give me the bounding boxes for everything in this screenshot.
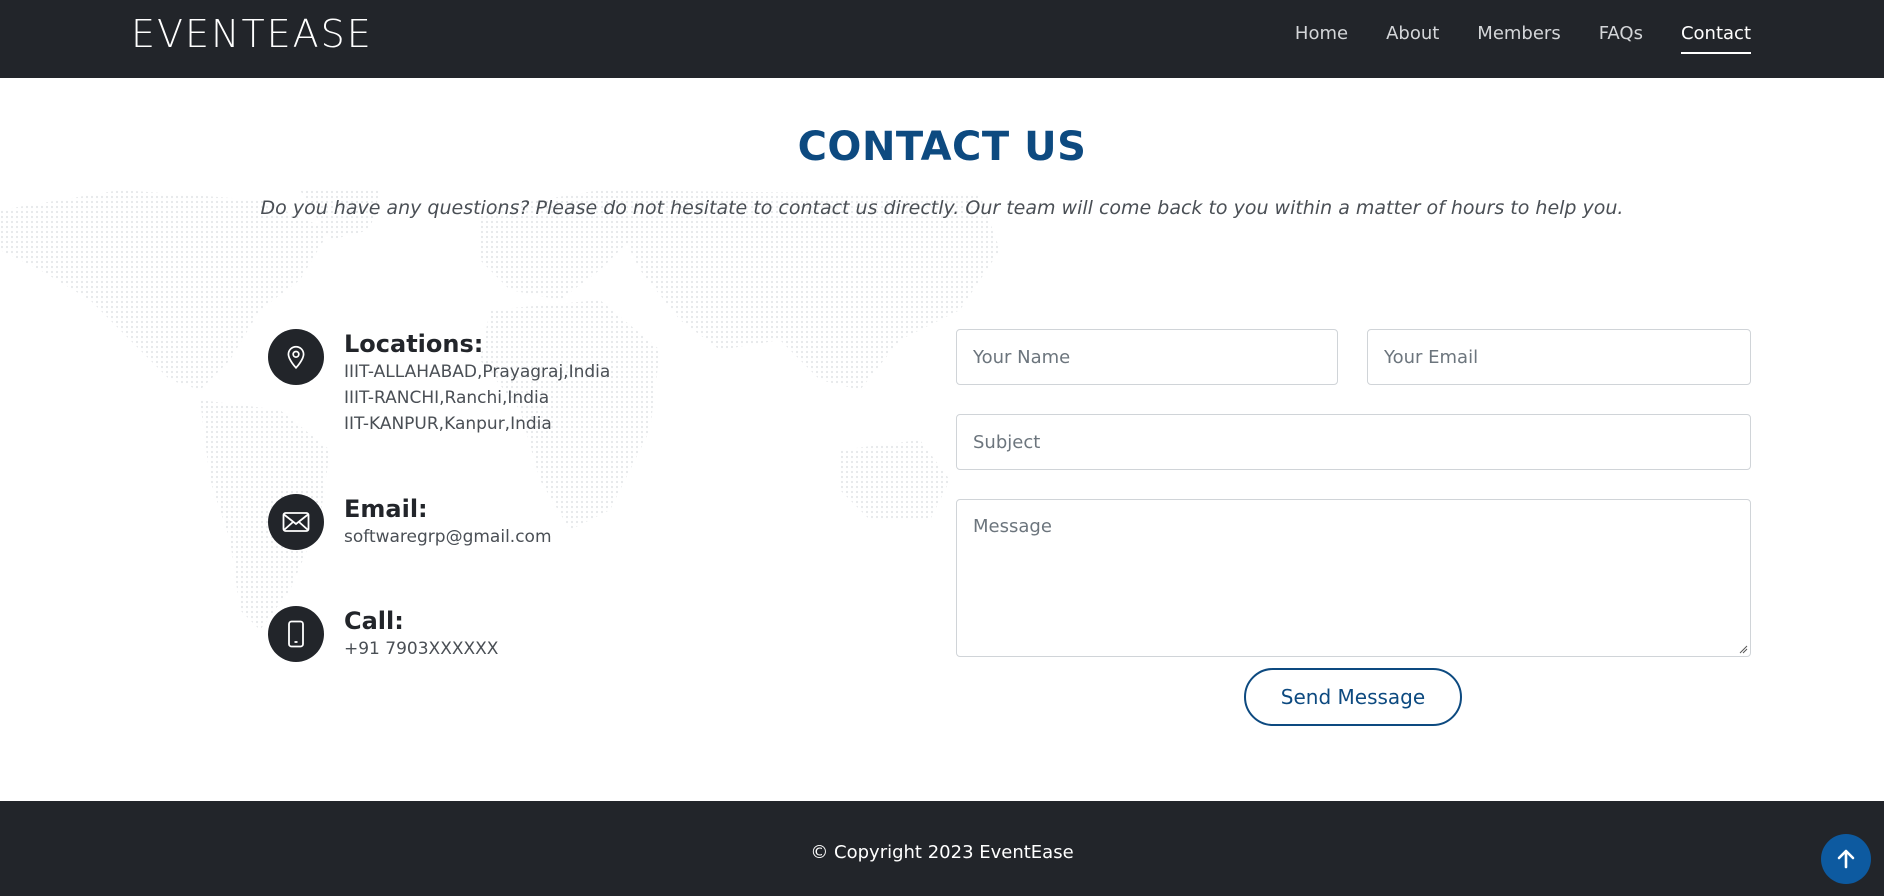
envelope-icon [268, 494, 324, 550]
call-block: Call: +91 7903XXXXXX [268, 606, 498, 662]
map-pin-icon [268, 329, 324, 385]
name-placeholder: Your Name [973, 346, 1071, 368]
subject-placeholder: Subject [973, 431, 1041, 453]
locations-title: Locations: [344, 330, 484, 358]
email-block: Email: softwaregrp@gmail.com [268, 494, 552, 550]
email-title: Email: [344, 495, 428, 523]
nav-members[interactable]: Members [1477, 22, 1560, 54]
arrow-up-icon [1837, 849, 1855, 869]
call-title: Call: [344, 607, 404, 635]
location-line: IIT-KANPUR,Kanpur,India [344, 414, 552, 434]
main-nav: Home About Members FAQs Contact [1295, 22, 1751, 54]
nav-faqs[interactable]: FAQs [1599, 22, 1643, 54]
page-title: CONTACT US [797, 124, 1087, 170]
message-placeholder: Message [973, 516, 1052, 537]
send-message-button[interactable]: Send Message [1244, 668, 1462, 726]
site-logo[interactable]: EVENTEASE [131, 12, 373, 56]
email-value[interactable]: softwaregrp@gmail.com [344, 524, 552, 550]
subject-field[interactable]: Subject [956, 414, 1751, 470]
email-placeholder: Your Email [1384, 346, 1479, 368]
page-subtitle: Do you have any questions? Please do not… [260, 197, 1624, 219]
nav-contact[interactable]: Contact [1680, 22, 1751, 54]
copyright-text: © Copyright 2023 EventEase [810, 842, 1074, 863]
locations-block: Locations: IIIT-ALLAHABAD,Prayagraj,Indi… [268, 329, 610, 437]
location-line: IIIT-RANCHI,Ranchi,India [344, 388, 550, 408]
name-field[interactable]: Your Name [956, 329, 1338, 385]
message-field[interactable]: Message [956, 499, 1751, 657]
back-to-top-button[interactable] [1821, 834, 1871, 884]
email-field[interactable]: Your Email [1367, 329, 1751, 385]
nav-about[interactable]: About [1386, 22, 1439, 54]
nav-home[interactable]: Home [1295, 22, 1348, 54]
location-line: IIIT-ALLAHABAD,Prayagraj,India [344, 362, 611, 382]
phone-value[interactable]: +91 7903XXXXXX [344, 636, 498, 662]
phone-icon [268, 606, 324, 662]
site-header: EVENTEASE Home About Members FAQs Contac… [0, 0, 1884, 78]
resize-grip-icon[interactable] [1738, 644, 1748, 654]
